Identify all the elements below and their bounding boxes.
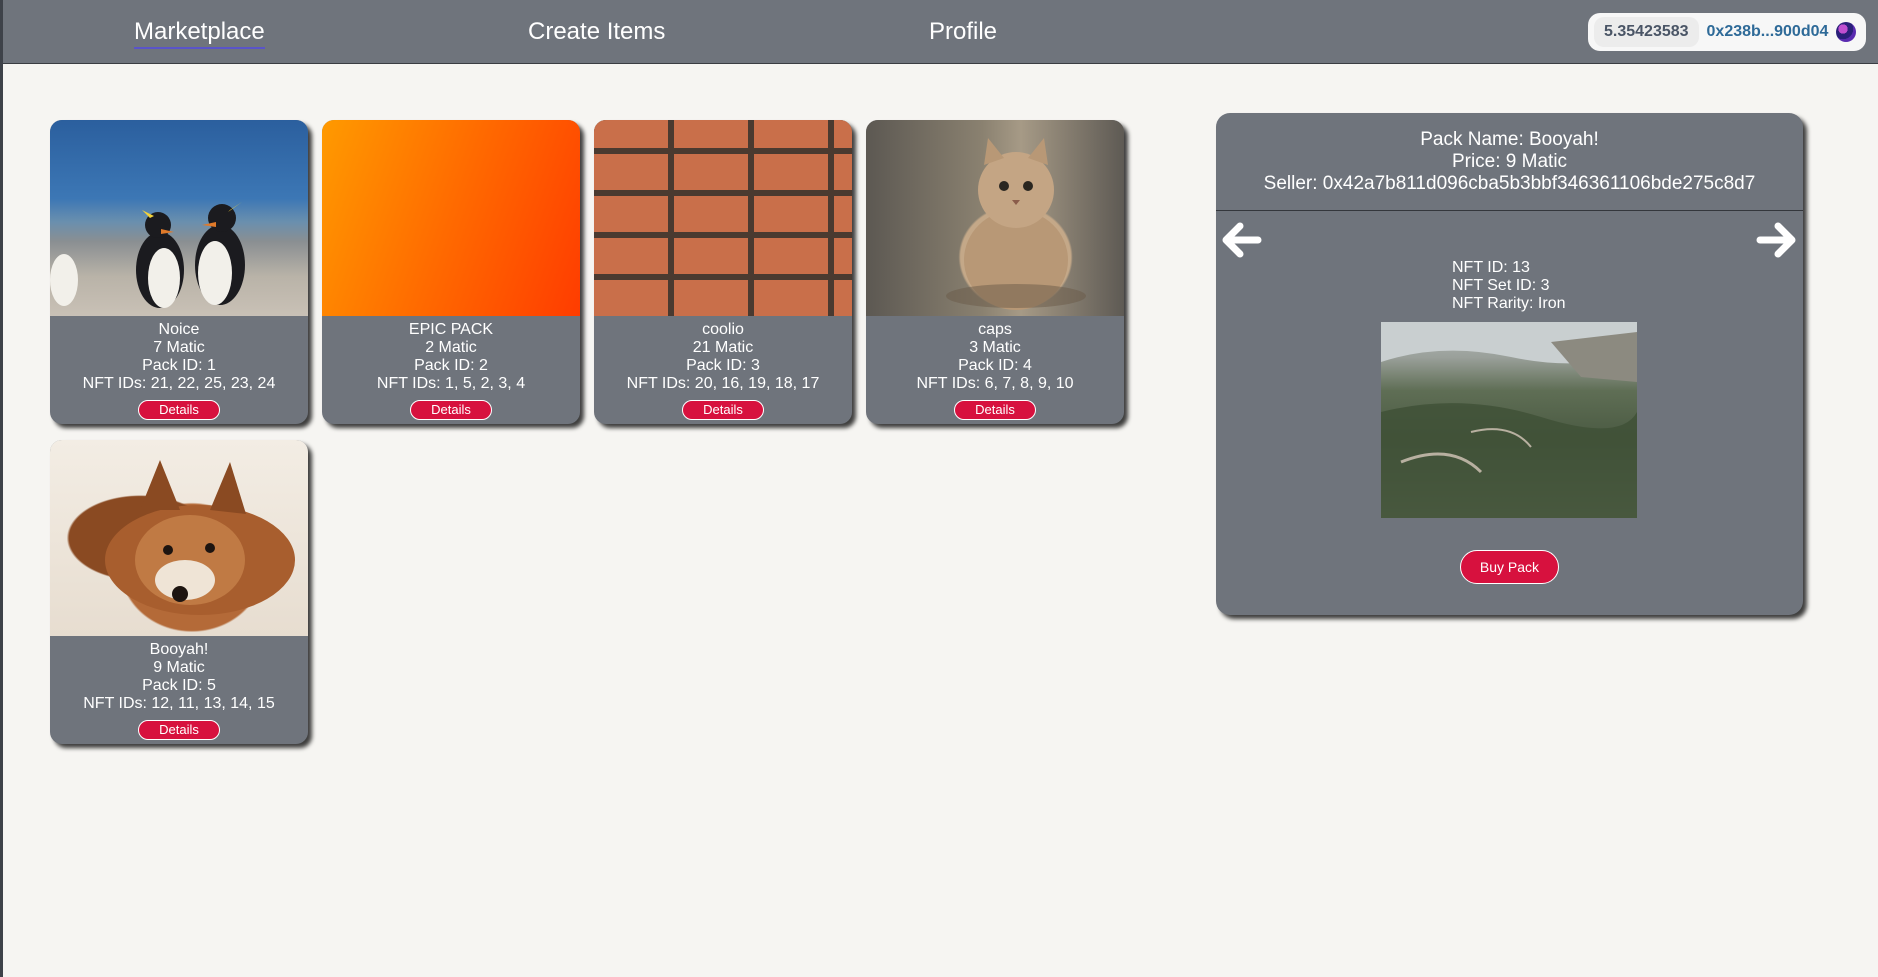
details-button[interactable]: Details bbox=[682, 400, 764, 420]
pack-price: 9 Matic bbox=[153, 659, 205, 676]
pack-nft-ids: NFT IDs: 20, 16, 19, 18, 17 bbox=[626, 375, 820, 392]
pack-id: Pack ID: 4 bbox=[958, 357, 1032, 374]
pack-image-brick-wall bbox=[594, 120, 852, 316]
nav-profile[interactable]: Profile bbox=[929, 18, 997, 46]
pack-image-dog bbox=[50, 440, 308, 636]
pack-name: Noice bbox=[158, 321, 200, 338]
arrow-left-icon[interactable] bbox=[1218, 217, 1264, 263]
pack-name: EPIC PACK bbox=[408, 321, 494, 338]
pack-id: Pack ID: 3 bbox=[686, 357, 760, 374]
pack-id: Pack ID: 5 bbox=[142, 677, 216, 694]
pack-price: 21 Matic bbox=[692, 339, 754, 356]
pack-id: Pack ID: 2 bbox=[414, 357, 488, 374]
pack-id: Pack ID: 1 bbox=[142, 357, 216, 374]
pack-detail-header: Pack Name: Booyah! Price: 9 Matic Seller… bbox=[1216, 113, 1803, 211]
nav-create-items[interactable]: Create Items bbox=[528, 18, 665, 46]
pack-image-penguins bbox=[50, 120, 308, 316]
pack-price: 3 Matic bbox=[969, 339, 1021, 356]
pack-nft-ids: NFT IDs: 12, 11, 13, 14, 15 bbox=[83, 695, 275, 712]
detail-seller: Seller: 0x42a7b811d096cba5b3bbf346361106… bbox=[1263, 173, 1756, 194]
arrow-right-icon[interactable] bbox=[1754, 217, 1800, 263]
pack-image-cat bbox=[866, 120, 1124, 316]
pack-name: Booyah! bbox=[149, 641, 209, 658]
pack-price: 7 Matic bbox=[153, 339, 205, 356]
pack-info: caps 3 Matic Pack ID: 4 NFT IDs: 6, 7, 8… bbox=[866, 316, 1124, 393]
details-button[interactable]: Details bbox=[138, 720, 220, 740]
detail-pack-name: Pack Name: Booyah! bbox=[1420, 129, 1599, 150]
details-button[interactable]: Details bbox=[410, 400, 492, 420]
pack-detail-panel: Pack Name: Booyah! Price: 9 Matic Seller… bbox=[1216, 113, 1803, 615]
pack-name: caps bbox=[978, 321, 1012, 338]
pack-nft-ids: NFT IDs: 1, 5, 2, 3, 4 bbox=[376, 375, 526, 392]
wallet-widget[interactable]: 5.35423583 0x238b...900d04 bbox=[1588, 13, 1866, 51]
pack-info: EPIC PACK 2 Matic Pack ID: 2 NFT IDs: 1,… bbox=[322, 316, 580, 393]
pack-info: coolio 21 Matic Pack ID: 3 NFT IDs: 20, … bbox=[594, 316, 852, 393]
pack-card: EPIC PACK 2 Matic Pack ID: 2 NFT IDs: 1,… bbox=[322, 120, 580, 424]
dog-illustration bbox=[105, 460, 295, 615]
wallet-address[interactable]: 0x238b...900d04 bbox=[1707, 23, 1829, 41]
pack-nft-ids: NFT IDs: 21, 22, 25, 23, 24 bbox=[82, 375, 276, 392]
wallet-avatar-icon bbox=[1836, 22, 1857, 42]
nft-id: NFT ID: 13 bbox=[1452, 259, 1530, 276]
wallet-balance: 5.35423583 bbox=[1594, 17, 1699, 47]
nft-metadata: NFT ID: 13 NFT Set ID: 3 NFT Rarity: Iro… bbox=[1452, 259, 1566, 313]
pack-nft-ids: NFT IDs: 6, 7, 8, 9, 10 bbox=[916, 375, 1074, 392]
pack-name: coolio bbox=[702, 321, 744, 338]
details-button[interactable]: Details bbox=[138, 400, 220, 420]
pack-image-orange-gradient bbox=[322, 120, 580, 316]
penguins-illustration bbox=[50, 202, 245, 308]
cat-illustration bbox=[946, 138, 1086, 310]
pack-card: coolio 21 Matic Pack ID: 3 NFT IDs: 20, … bbox=[594, 120, 852, 424]
pack-price: 2 Matic bbox=[425, 339, 477, 356]
pack-info: Noice 7 Matic Pack ID: 1 NFT IDs: 21, 22… bbox=[50, 316, 308, 393]
pack-card: Booyah! 9 Matic Pack ID: 5 NFT IDs: 12, … bbox=[50, 440, 308, 744]
nft-image-forest-valley bbox=[1381, 322, 1637, 518]
pack-info: Booyah! 9 Matic Pack ID: 5 NFT IDs: 12, … bbox=[50, 636, 308, 713]
nft-rarity: NFT Rarity: Iron bbox=[1452, 295, 1566, 312]
buy-pack-button[interactable]: Buy Pack bbox=[1460, 550, 1559, 584]
pack-card: Noice 7 Matic Pack ID: 1 NFT IDs: 21, 22… bbox=[50, 120, 308, 424]
details-button[interactable]: Details bbox=[954, 400, 1036, 420]
nav-marketplace[interactable]: Marketplace bbox=[134, 18, 265, 49]
nft-set-id: NFT Set ID: 3 bbox=[1452, 277, 1550, 294]
forest-illustration bbox=[1381, 322, 1637, 518]
pack-card: caps 3 Matic Pack ID: 4 NFT IDs: 6, 7, 8… bbox=[866, 120, 1124, 424]
detail-price: Price: 9 Matic bbox=[1451, 151, 1568, 172]
top-navigation-bar: Marketplace Create Items Profile 5.35423… bbox=[3, 0, 1878, 64]
